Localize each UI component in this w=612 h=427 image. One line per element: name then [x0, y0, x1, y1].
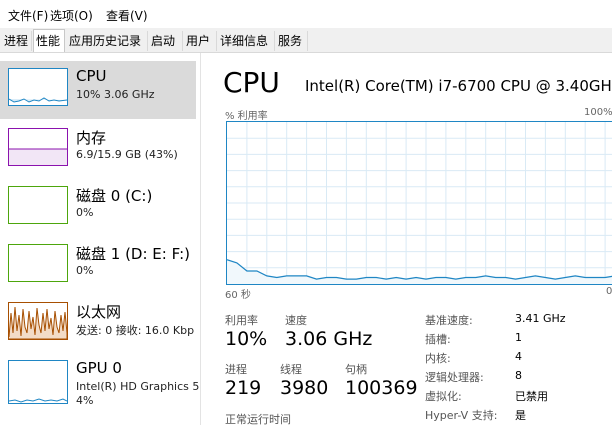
speed-value: 3.06 GHz [285, 328, 373, 350]
utilization-line [227, 259, 612, 280]
sidebar-item-detail: 0% [76, 264, 94, 277]
utilization-area [227, 259, 612, 284]
sidebar-item-title: 内存 [76, 129, 107, 147]
cpu-utilization-graph [226, 121, 612, 285]
time-axis-end: 0 [606, 286, 612, 297]
hyperv-label: Hyper-V 支持: [425, 409, 498, 422]
processes-label: 进程 [225, 363, 247, 376]
sidebar-item-detail: 6.9/15.9 GB (43%) [76, 148, 178, 161]
tab-startup[interactable]: 启动 [149, 31, 183, 51]
utilization-axis-max: 100% [584, 107, 612, 118]
sidebar-item-disk-0[interactable]: 磁盘 0 (C:) 0% [0, 179, 200, 237]
cores-value: 4 [515, 350, 522, 363]
sockets-value: 1 [515, 331, 522, 344]
sidebar-item-memory[interactable]: 内存 6.9/15.9 GB (43%) [0, 121, 200, 179]
page-title: CPU [223, 66, 280, 99]
tab-bar: 进程 性能 应用历史记录 启动 用户 详细信息 服务 [0, 28, 612, 53]
sidebar-item-title: GPU 0 [76, 359, 122, 377]
menu-options[interactable]: 选项(O) [50, 7, 93, 24]
sidebar-item-ethernet[interactable]: 以太网 发送: 0 接收: 16.0 Kbp [0, 295, 200, 353]
tab-performance[interactable]: 性能 [33, 29, 65, 52]
base-speed-label: 基准速度: [425, 314, 473, 327]
menu-view[interactable]: 查看(V) [106, 7, 148, 24]
utilization-label: 利用率 [225, 314, 258, 327]
tab-processes[interactable]: 进程 [2, 31, 32, 51]
sidebar-item-gpu-0[interactable]: GPU 0 Intel(R) HD Graphics 5 4% [0, 353, 200, 417]
sidebar-item-title: 磁盘 0 (C:) [76, 187, 153, 205]
sidebar-item-detail: 发送: 0 接收: 16.0 Kbp [76, 324, 195, 337]
tab-services[interactable]: 服务 [276, 31, 308, 51]
sidebar-item-detail: 0% [76, 206, 94, 219]
sidebar-item-title: CPU [76, 67, 107, 85]
menu-file[interactable]: 文件(F) [8, 7, 48, 24]
cpu-graph-svg [227, 122, 612, 284]
ethernet-mini-graph [8, 302, 68, 340]
virtualization-value: 已禁用 [515, 390, 548, 403]
disk-1-mini-graph [8, 244, 68, 282]
sockets-label: 插槽: [425, 333, 451, 346]
cpu-mini-graph [8, 68, 68, 106]
threads-value: 3980 [280, 377, 329, 399]
tab-details[interactable]: 详细信息 [218, 31, 275, 51]
logical-processors-label: 逻辑处理器: [425, 371, 484, 384]
virtualization-label: 虚拟化: [425, 390, 462, 403]
sidebar-item-detail-2: 4% [76, 394, 94, 407]
time-axis-start: 60 秒 [225, 290, 251, 301]
sidebar-item-detail: 10% 3.06 GHz [76, 88, 155, 101]
sidebar-item-cpu[interactable]: CPU 10% 3.06 GHz [0, 61, 196, 119]
menu-bar: 文件(F) 选项(O) 查看(V) [0, 0, 612, 28]
cpu-detail-panel: CPU Intel(R) Core(TM) i7-6700 CPU @ 3.40… [210, 53, 612, 426]
utilization-axis-label: % 利用率 [225, 111, 268, 122]
processes-value: 219 [225, 377, 262, 399]
speed-label: 速度 [285, 314, 307, 327]
base-speed-value: 3.41 GHz [515, 312, 566, 325]
disk-0-mini-graph [8, 186, 68, 224]
sidebar-item-detail: Intel(R) HD Graphics 5 [76, 380, 200, 393]
tab-app-history[interactable]: 应用历史记录 [67, 31, 148, 51]
gpu-mini-graph [8, 360, 68, 404]
sidebar-item-title: 磁盘 1 (D: E: F:) [76, 245, 190, 263]
threads-label: 线程 [280, 363, 302, 376]
tab-users[interactable]: 用户 [184, 31, 217, 51]
handles-value: 100369 [345, 377, 418, 399]
hyperv-value: 是 [515, 409, 526, 422]
sidebar-item-disk-1[interactable]: 磁盘 1 (D: E: F:) 0% [0, 237, 200, 295]
cores-label: 内核: [425, 352, 451, 365]
sidebar-item-title: 以太网 [76, 303, 122, 321]
cpu-model-name: Intel(R) Core(TM) i7-6700 CPU @ 3.40GHz [305, 77, 612, 95]
handles-label: 句柄 [345, 363, 367, 376]
logical-processors-value: 8 [515, 369, 522, 382]
memory-mini-graph [8, 128, 68, 166]
performance-sidebar: CPU 10% 3.06 GHz 内存 6.9/15.9 GB (43%) 磁盘… [0, 53, 201, 425]
utilization-value: 10% [225, 328, 268, 350]
